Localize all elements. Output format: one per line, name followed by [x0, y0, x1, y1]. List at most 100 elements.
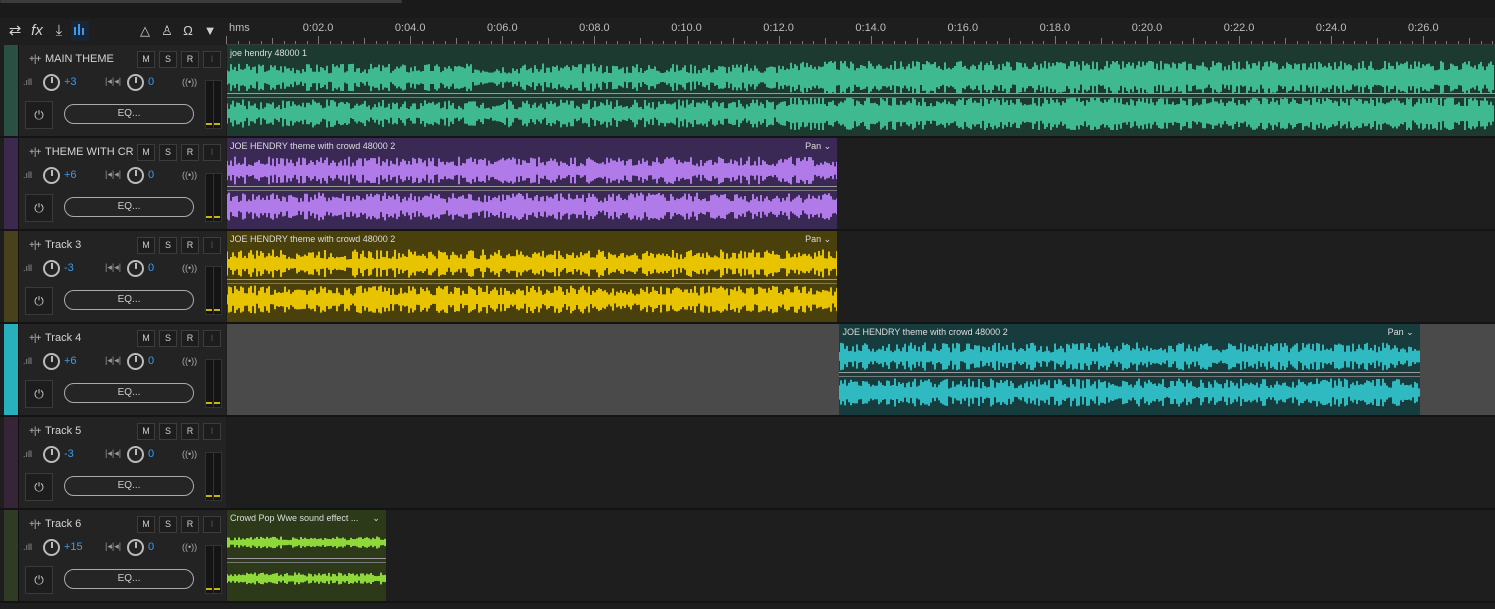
mute-button[interactable]: M — [137, 144, 155, 161]
power-icon[interactable]: ⏻ — [25, 194, 53, 222]
volume-value[interactable]: +6 — [64, 355, 77, 367]
track-name[interactable]: THEME WITH CR — [45, 146, 133, 158]
pan-knob[interactable] — [127, 353, 144, 370]
power-icon[interactable]: ⏻ — [25, 101, 53, 129]
pan-knob[interactable] — [127, 167, 144, 184]
solo-button[interactable]: S — [159, 330, 177, 347]
send-icon[interactable]: ⤓ — [50, 21, 68, 41]
clip-pan-menu[interactable]: Pan ⌄ — [805, 141, 831, 152]
power-icon[interactable]: ⏻ — [25, 380, 53, 408]
volume-value[interactable]: +6 — [64, 169, 77, 181]
volume-value[interactable]: -3 — [64, 262, 74, 274]
pan-envelope[interactable] — [839, 376, 1420, 377]
mute-button[interactable]: M — [137, 237, 155, 254]
eq-button[interactable]: EQ... — [64, 476, 194, 496]
volume-envelope[interactable] — [227, 186, 838, 187]
solo-button[interactable]: S — [159, 144, 177, 161]
stereo-icon[interactable]: ((•)) — [182, 449, 197, 459]
record-arm-button[interactable]: R — [181, 144, 199, 161]
eq-button[interactable]: EQ... — [64, 290, 194, 310]
stereo-icon[interactable]: ((•)) — [182, 170, 197, 180]
eq-button[interactable]: EQ... — [64, 197, 194, 217]
solo-button[interactable]: S — [159, 516, 177, 533]
stereo-icon[interactable]: ((•)) — [182, 356, 197, 366]
track-lane[interactable]: joe hendry 48000 1 — [227, 45, 1495, 136]
click-icon[interactable]: ♙ — [158, 21, 176, 41]
mute-button[interactable]: M — [137, 330, 155, 347]
volume-knob[interactable] — [43, 539, 60, 556]
solo-button[interactable]: S — [159, 237, 177, 254]
pan-value[interactable]: 0 — [148, 262, 154, 274]
power-icon[interactable]: ⏻ — [25, 473, 53, 501]
pan-value[interactable]: 0 — [148, 76, 154, 88]
horizontal-scrollbar[interactable] — [0, 0, 402, 3]
mute-button[interactable]: M — [137, 51, 155, 68]
record-arm-button[interactable]: R — [181, 51, 199, 68]
track-lane[interactable]: JOE HENDRY theme with crowd 48000 2 Pan ⌄ — [227, 138, 1495, 229]
pan-knob[interactable] — [127, 539, 144, 556]
volume-knob[interactable] — [43, 167, 60, 184]
stereo-icon[interactable]: ((•)) — [182, 263, 197, 273]
volume-knob[interactable] — [43, 353, 60, 370]
pan-value[interactable]: 0 — [148, 169, 154, 181]
audio-clip[interactable]: JOE HENDRY theme with crowd 48000 2 Pan ⌄ — [227, 138, 838, 229]
track-lane[interactable]: Crowd Pop Wwe sound effect ... ⌄ — [227, 510, 1495, 601]
track-name[interactable]: MAIN THEME — [45, 53, 133, 65]
audio-clip[interactable]: Crowd Pop Wwe sound effect ... ⌄ — [227, 510, 386, 601]
record-arm-button[interactable]: R — [181, 330, 199, 347]
audio-clip[interactable]: joe hendry 48000 1 — [227, 45, 1495, 136]
track-lane[interactable] — [227, 417, 1495, 508]
record-arm-button[interactable]: R — [181, 237, 199, 254]
metronome-icon[interactable]: △ — [136, 21, 154, 41]
mute-button[interactable]: M — [137, 423, 155, 440]
swap-icon[interactable]: ⇄ — [6, 21, 24, 41]
track-name[interactable]: Track 6 — [45, 518, 133, 530]
monitor-input-button[interactable]: I — [203, 51, 221, 68]
pin-icon[interactable]: ▼ — [201, 21, 219, 41]
volume-value[interactable]: +3 — [64, 76, 77, 88]
record-arm-button[interactable]: R — [181, 516, 199, 533]
pan-envelope[interactable] — [227, 283, 838, 284]
eq-button[interactable]: EQ... — [64, 383, 194, 403]
monitor-input-button[interactable]: I — [203, 237, 221, 254]
volume-knob[interactable] — [43, 446, 60, 463]
eq-button[interactable]: EQ... — [64, 569, 194, 589]
solo-button[interactable]: S — [159, 423, 177, 440]
pan-value[interactable]: 0 — [148, 448, 154, 460]
volume-envelope[interactable] — [839, 372, 1420, 373]
volume-value[interactable]: -3 — [64, 448, 74, 460]
pan-envelope[interactable] — [227, 562, 386, 563]
volume-envelope[interactable] — [227, 93, 1495, 94]
monitor-input-button[interactable]: I — [203, 423, 221, 440]
track-name[interactable]: Track 4 — [45, 332, 133, 344]
audio-clip[interactable]: JOE HENDRY theme with crowd 48000 2 Pan ⌄ — [839, 324, 1420, 415]
pan-value[interactable]: 0 — [148, 355, 154, 367]
pan-envelope[interactable] — [227, 190, 838, 191]
solo-button[interactable]: S — [159, 51, 177, 68]
clip-pan-menu[interactable]: Pan ⌄ — [805, 234, 831, 245]
power-icon[interactable]: ⏻ — [25, 566, 53, 594]
volume-value[interactable]: +15 — [64, 541, 83, 553]
volume-knob[interactable] — [43, 260, 60, 277]
record-arm-button[interactable]: R — [181, 423, 199, 440]
clip-pan-menu[interactable]: Pan ⌄ — [1388, 327, 1414, 338]
time-ruler[interactable]: hms 0:02.0 0:04.0 0:06.0 0:08.0 0:10.0 0:12.0… — [226, 18, 1495, 45]
track-name[interactable]: Track 3 — [45, 239, 133, 251]
stereo-icon[interactable]: ((•)) — [182, 77, 197, 87]
audio-clip[interactable]: JOE HENDRY theme with crowd 48000 2 Pan ⌄ — [227, 231, 838, 322]
meter-icon[interactable] — [71, 21, 89, 41]
pan-knob[interactable] — [127, 74, 144, 91]
track-name[interactable]: Track 5 — [45, 425, 133, 437]
volume-knob[interactable] — [43, 74, 60, 91]
fx-icon[interactable]: fx — [28, 21, 46, 41]
track-lane[interactable]: JOE HENDRY theme with crowd 48000 2 Pan ⌄ — [227, 231, 1495, 322]
pan-value[interactable]: 0 — [148, 541, 154, 553]
pan-knob[interactable] — [127, 446, 144, 463]
track-lane[interactable]: JOE HENDRY theme with crowd 48000 2 Pan ⌄ — [227, 324, 1495, 415]
monitor-input-button[interactable]: I — [203, 144, 221, 161]
headphones-icon[interactable]: Ω — [179, 21, 197, 41]
volume-envelope[interactable] — [227, 279, 838, 280]
monitor-input-button[interactable]: I — [203, 516, 221, 533]
monitor-input-button[interactable]: I — [203, 330, 221, 347]
chevron-down-icon[interactable]: ⌄ — [372, 513, 380, 524]
